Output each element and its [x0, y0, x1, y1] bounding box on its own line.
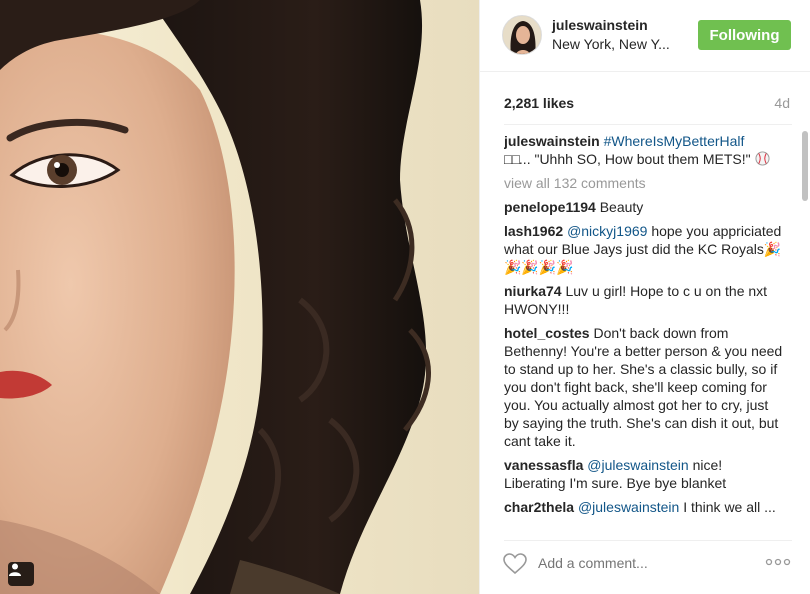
comment-item: lash1962 @nickyj1969 hope you appriciate…	[504, 222, 786, 276]
comments-scrollbar-thumb[interactable]	[802, 131, 808, 201]
comments-list[interactable]: juleswainstein #WhereIsMyBetterHalf □□..…	[504, 132, 786, 528]
divider	[504, 540, 792, 541]
more-options-icon[interactable]	[765, 558, 791, 566]
comment-item: vanessasfla @juleswainstein nice! Libera…	[504, 456, 786, 492]
comment-item: char2thela @juleswainstein I think we al…	[504, 498, 786, 516]
comment-mention[interactable]: @nickyj1969	[567, 223, 647, 239]
baseball-icon	[754, 151, 770, 166]
comment-item: penelope1194 Beauty	[504, 198, 786, 216]
view-all-comments-link[interactable]: view all 132 comments	[504, 174, 786, 192]
following-button[interactable]: Following	[698, 20, 791, 50]
avatar[interactable]	[502, 15, 542, 55]
header-username[interactable]: juleswainstein	[552, 17, 648, 33]
comment-item: niurka74 Luv u girl! Hope to c u on the …	[504, 282, 786, 318]
post-header: juleswainstein New York, New Y... Follow…	[480, 0, 810, 72]
comment-username[interactable]: vanessasfla	[504, 457, 583, 473]
add-comment-input[interactable]	[538, 555, 758, 571]
divider	[504, 124, 792, 125]
comment-username[interactable]: lash1962	[504, 223, 563, 239]
post-side-panel: juleswainstein New York, New Y... Follow…	[479, 0, 810, 594]
comment-item: hotel_costes Don't back down from Bethen…	[504, 324, 786, 450]
tag-user-icon	[9, 563, 21, 576]
comment-mention[interactable]: @juleswainstein	[578, 499, 679, 515]
caption-boxes: □□	[504, 151, 520, 167]
avatar-image	[503, 16, 541, 54]
comment-mention[interactable]: @juleswainstein	[587, 457, 688, 473]
comment-username[interactable]: penelope1194	[504, 199, 596, 215]
post-modal: juleswainstein New York, New Y... Follow…	[0, 0, 810, 594]
selfie-image	[0, 0, 431, 594]
caption-text: ... "Uhhh SO, How bout them METS!"	[518, 151, 751, 167]
header-location[interactable]: New York, New Y...	[552, 36, 670, 52]
post-age[interactable]: 4d	[774, 95, 790, 111]
caption-hashtag[interactable]: #WhereIsMyBetterHalf	[604, 133, 745, 149]
comment-text: Beauty	[599, 199, 644, 215]
likes-count[interactable]: 2,281 likes	[504, 95, 574, 111]
comment-username[interactable]: char2thela	[504, 499, 574, 515]
tag-user-button[interactable]	[8, 562, 34, 586]
comment-text: I think we all ...	[683, 499, 776, 515]
caption-username[interactable]: juleswainstein	[504, 133, 600, 149]
post-photo[interactable]	[0, 0, 479, 594]
caption: juleswainstein #WhereIsMyBetterHalf □□..…	[504, 132, 786, 168]
comment-text: Don't back down from Bethenny! You're a …	[504, 325, 783, 449]
heart-icon[interactable]	[503, 553, 527, 575]
comment-username[interactable]: niurka74	[504, 283, 562, 299]
comment-username[interactable]: hotel_costes	[504, 325, 590, 341]
